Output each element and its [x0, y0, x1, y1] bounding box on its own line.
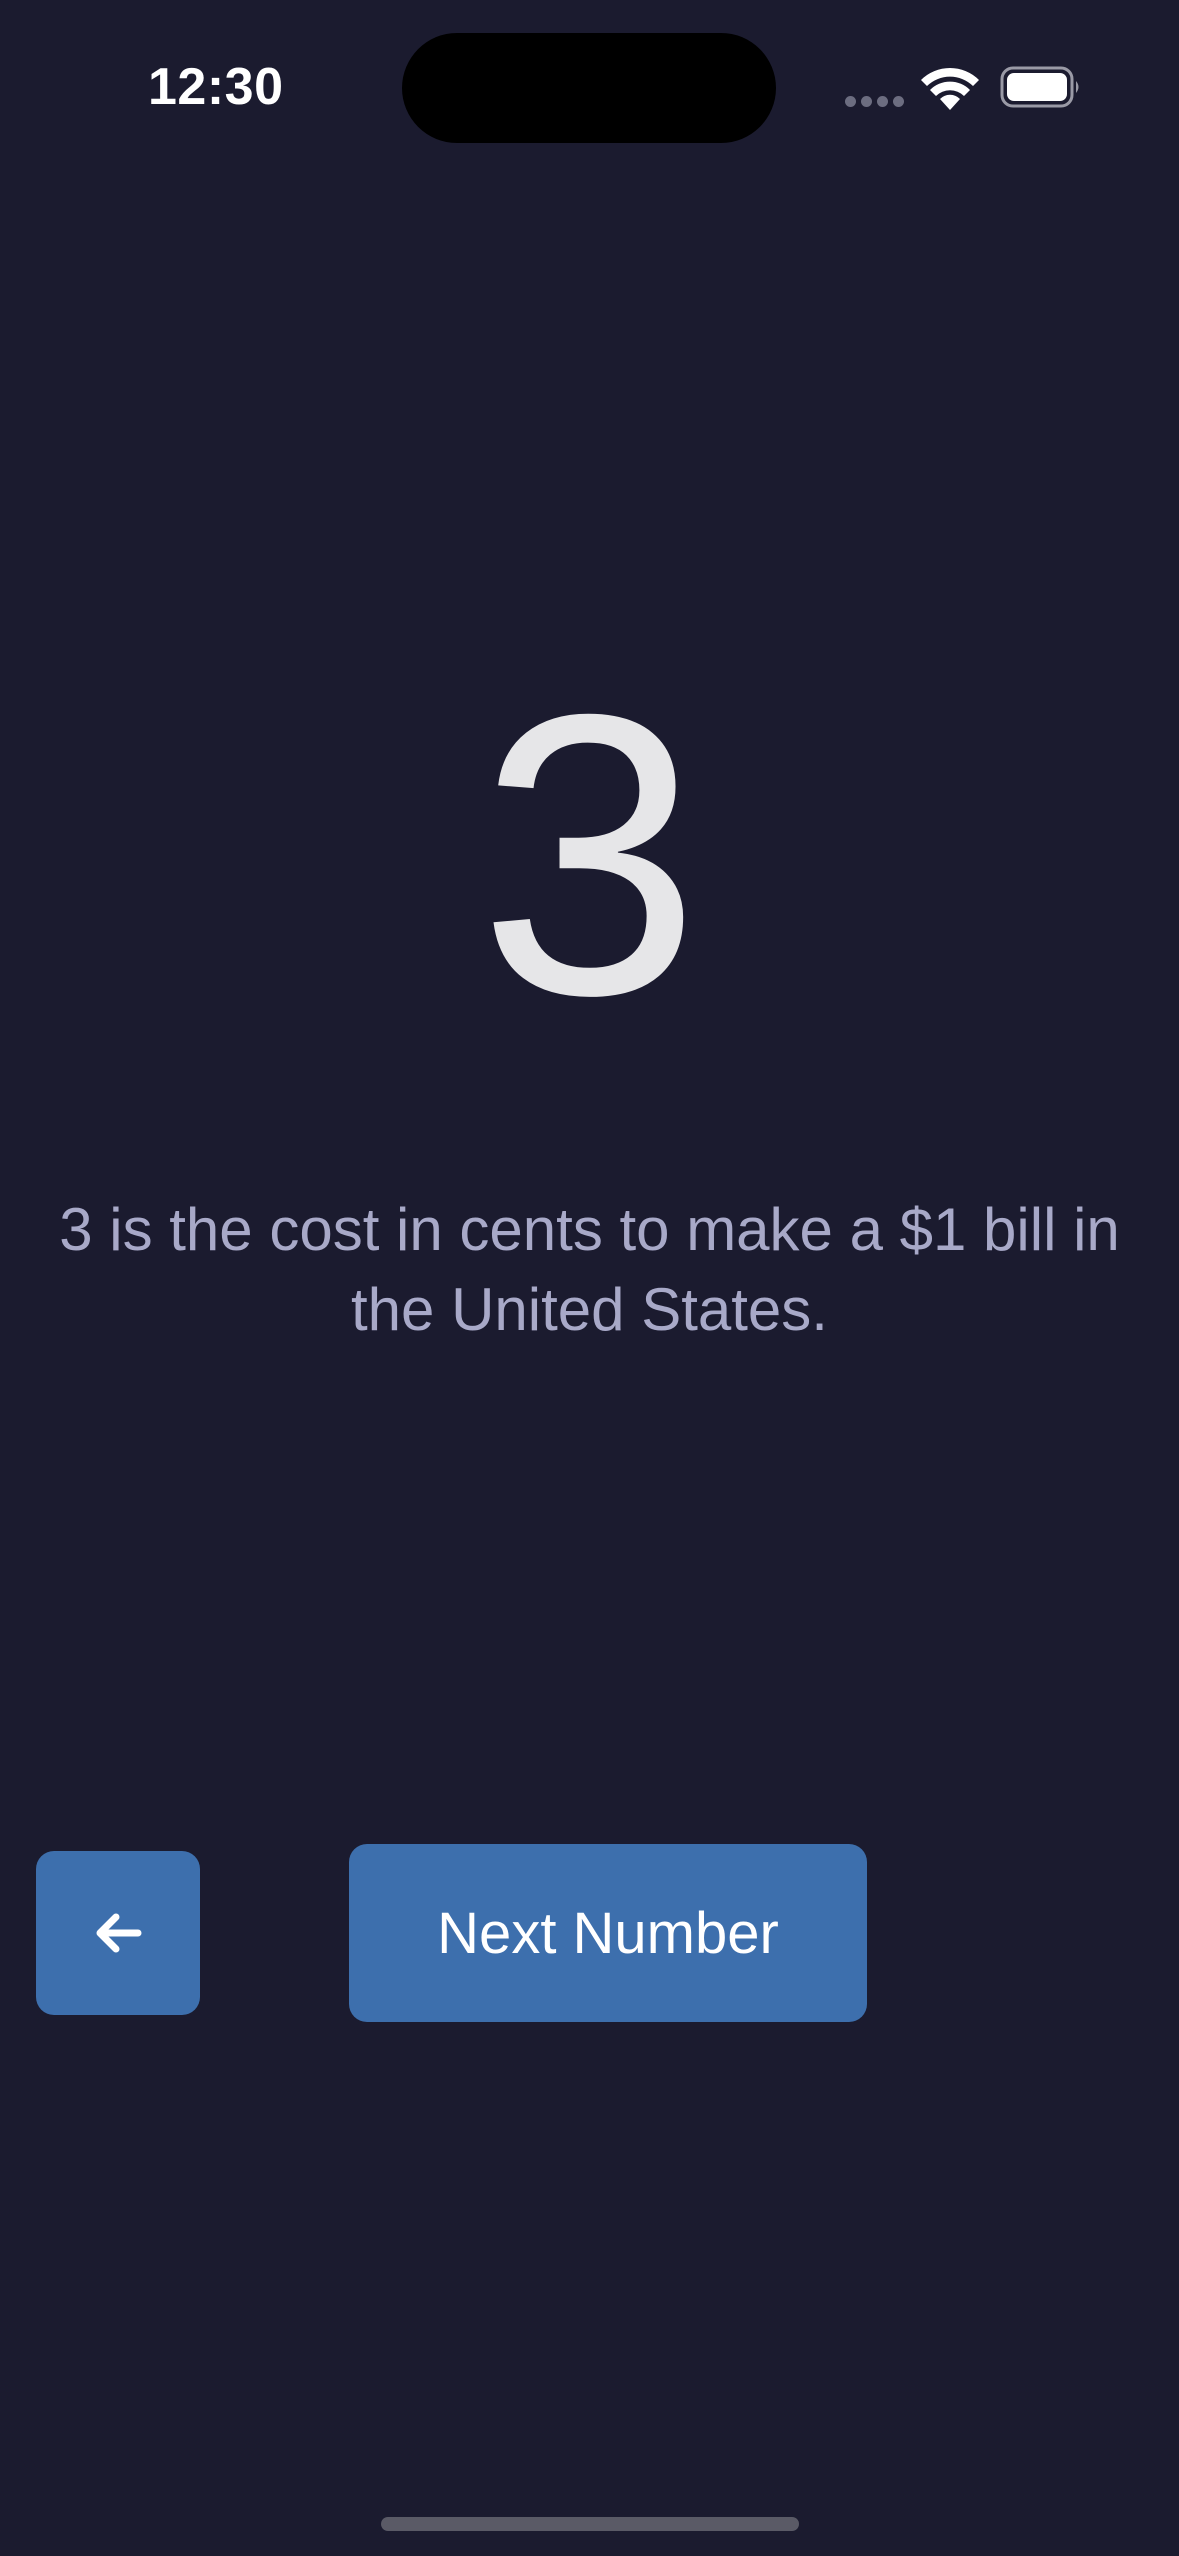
next-number-button[interactable]: Next Number — [349, 1844, 867, 2022]
arrow-left-icon — [96, 1913, 142, 1953]
dynamic-island — [402, 33, 776, 143]
home-indicator[interactable] — [381, 2517, 799, 2531]
wifi-icon — [921, 67, 979, 110]
battery-icon — [1000, 66, 1079, 108]
back-button[interactable] — [36, 1851, 200, 2015]
current-number: 3 — [478, 631, 701, 1078]
signal-dots-icon — [845, 96, 905, 108]
number-fact: 3 is the cost in cents to make a $1 bill… — [59, 1196, 1120, 1343]
next-number-label: Next Number — [437, 1900, 779, 1966]
status-time: 12:30 — [148, 58, 284, 116]
